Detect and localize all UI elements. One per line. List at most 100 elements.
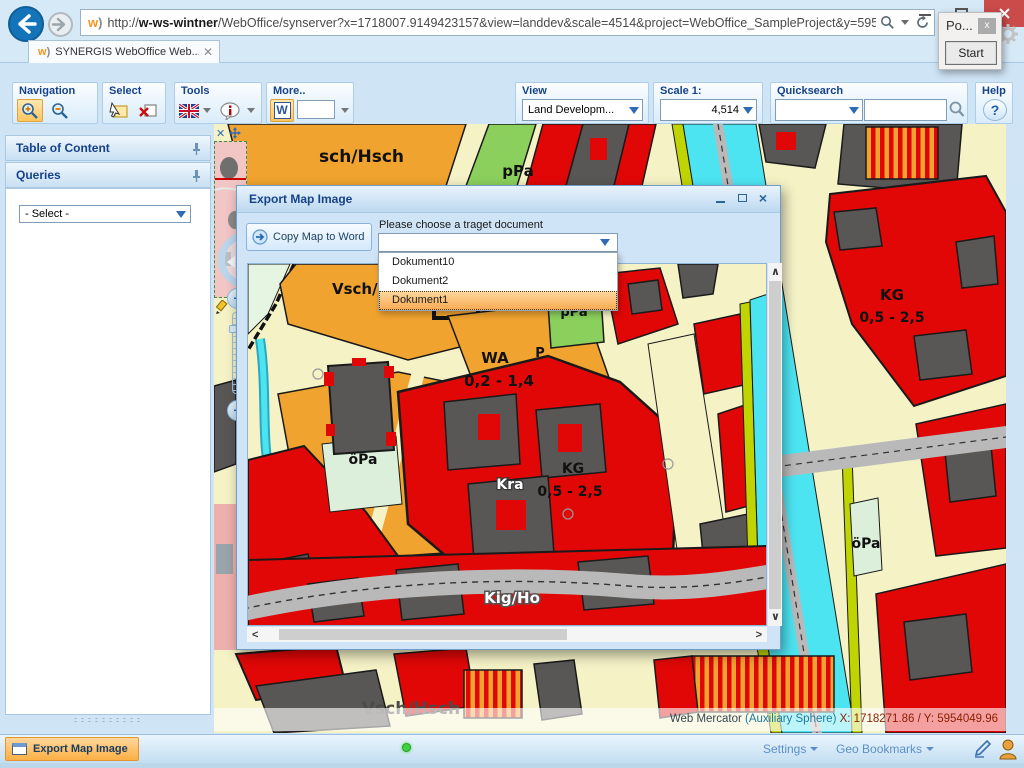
- language-dropdown-icon[interactable]: [203, 108, 211, 113]
- combobox-caret-icon: [600, 239, 610, 246]
- ribbon-group-select: Select: [102, 82, 166, 124]
- ribbon-group-more: More.. W: [266, 82, 354, 124]
- dlg-label-wa-value: 0,2 - 1,4: [464, 372, 534, 390]
- quicksearch-group-label: Quicksearch: [777, 85, 843, 97]
- browser-forward-button[interactable]: [48, 12, 73, 37]
- ribbon-group-help: Help ?: [975, 82, 1013, 124]
- map-label-ppa: pPa: [502, 162, 533, 180]
- status-projection: Web Mercator: [670, 713, 745, 725]
- weboffice-favicon: w): [88, 15, 102, 30]
- target-document-combobox[interactable]: [378, 233, 618, 252]
- list-item[interactable]: Dokument10: [379, 253, 617, 272]
- map-status-bar: Web Mercator (Auxiliary Sphere) X: 17182…: [214, 708, 1006, 731]
- search-icon[interactable]: [880, 15, 895, 30]
- sidebar-panel-table-of-content[interactable]: Table of Content: [5, 135, 211, 161]
- dialog-map-vscrollbar[interactable]: ∧ ∨: [768, 263, 782, 626]
- status-coordinates: X: 1718271.86 / Y: 5954049.96: [836, 713, 998, 725]
- address-dropdown-icon[interactable]: [901, 20, 909, 25]
- user-icon[interactable]: [998, 738, 1018, 760]
- status-indicator: [402, 743, 411, 752]
- copy-map-to-word-button[interactable]: Copy Map to Word: [246, 223, 372, 251]
- dialog-close-button[interactable]: ×: [755, 192, 771, 207]
- scroll-right-icon[interactable]: >: [756, 628, 762, 642]
- dlg-label-vsch: Vsch/: [332, 280, 378, 298]
- select-cursor-icon: [109, 102, 129, 120]
- pin-icon[interactable]: [190, 142, 202, 156]
- dialog-restore-button[interactable]: [734, 192, 750, 207]
- minimize-icon: [716, 201, 725, 203]
- settings-menu[interactable]: Settings: [763, 742, 818, 756]
- scroll-down-icon[interactable]: ∨: [771, 610, 780, 624]
- export-word-tool[interactable]: W: [270, 99, 294, 122]
- window-bottom-border: [0, 763, 1024, 768]
- pan-left-icon[interactable]: [227, 256, 235, 268]
- scale-input[interactable]: 4,514: [660, 99, 757, 121]
- select-tool[interactable]: [106, 99, 132, 122]
- bottom-taskbar: Export Map Image Settings Geo Bookmarks: [0, 734, 1024, 763]
- address-bar[interactable]: w) http://w-ws-wintner/WebOffice/synserv…: [80, 9, 935, 36]
- popup-start-button[interactable]: Start: [945, 41, 997, 65]
- map-label-kg-value: 0,5 - 2,5: [859, 310, 924, 326]
- more-group-label: More..: [273, 85, 305, 97]
- geo-bookmarks-menu[interactable]: Geo Bookmarks: [836, 742, 934, 756]
- browser-back-button[interactable]: [8, 6, 44, 42]
- query-select-caret-icon: [176, 211, 186, 218]
- clear-selection-tool[interactable]: [135, 99, 161, 122]
- view-group-label: View: [522, 85, 547, 97]
- target-document-label: Please choose a traget document: [379, 219, 543, 231]
- popup-title: Po...: [946, 18, 973, 33]
- dialog-map-hscrollbar[interactable]: < >: [247, 627, 767, 642]
- vscroll-thumb[interactable]: [769, 281, 781, 609]
- scale-value: 4,514: [711, 104, 739, 116]
- dialog-titlebar[interactable]: Export Map Image ×: [237, 186, 780, 213]
- zoom-out-tool[interactable]: [47, 99, 73, 122]
- queries-title: Queries: [16, 168, 61, 182]
- minimize-icon: [919, 14, 931, 16]
- ribbon-group-scale: Scale 1: 4,514: [653, 82, 763, 124]
- queries-panel-body: - Select -: [5, 188, 211, 715]
- hscroll-thumb[interactable]: [279, 629, 567, 640]
- more-dropdown-icon[interactable]: [341, 108, 349, 113]
- ribbon-group-view: View Land Developm...: [515, 82, 649, 124]
- info-tool[interactable]: [217, 99, 243, 122]
- info-dropdown-icon[interactable]: [247, 108, 255, 113]
- list-item[interactable]: Dokument2: [379, 272, 617, 291]
- overview-close-icon[interactable]: ✕: [216, 127, 225, 140]
- quicksearch-button[interactable]: [948, 100, 965, 122]
- copy-arrow-icon: [252, 229, 268, 245]
- geo-bookmarks-caret-icon: [926, 747, 934, 751]
- quicksearch-input[interactable]: [864, 99, 947, 121]
- query-select-value: - Select -: [25, 206, 69, 222]
- pan-mode-icon[interactable]: [229, 127, 241, 139]
- scroll-up-icon[interactable]: ∧: [771, 265, 780, 279]
- list-item-selected[interactable]: Dokument1: [379, 291, 617, 310]
- toc-title: Table of Content: [16, 141, 110, 155]
- redlining-pen-icon[interactable]: [972, 739, 992, 759]
- dialog-map-preview[interactable]: Vsch/ pPa P WA 0,2 - 1,4 öPa Kra KG 0,5 …: [247, 263, 767, 626]
- zoom-in-tool[interactable]: [17, 99, 43, 122]
- sidebar-panel-queries[interactable]: Queries: [5, 162, 211, 188]
- quicksearch-select[interactable]: [775, 99, 863, 121]
- view-select[interactable]: Land Developm...: [522, 99, 643, 121]
- settings-caret-icon: [810, 747, 818, 751]
- browser-tab[interactable]: w) SYNERGIS WebOffice Web... ✕: [28, 40, 220, 63]
- dialog-title: Export Map Image: [249, 192, 352, 206]
- quicksearch-caret-icon: [849, 107, 859, 114]
- tab-close-icon[interactable]: ✕: [203, 45, 213, 59]
- language-tool[interactable]: [178, 99, 200, 122]
- popup-close-button[interactable]: x: [978, 18, 996, 34]
- quicksearch-magnifier-icon: [948, 100, 965, 119]
- copy-button-label: Copy Map to Word: [273, 231, 365, 243]
- dlg-label-kra: Kra: [496, 477, 523, 493]
- scroll-left-icon[interactable]: <: [252, 628, 258, 642]
- taskbar-item-export-map-image[interactable]: Export Map Image: [5, 737, 139, 761]
- dialog-minimize-button[interactable]: [712, 192, 728, 207]
- ribbon-group-navigation: Navigation: [12, 82, 98, 124]
- pin-icon[interactable]: [190, 169, 202, 183]
- sidebar-resize-grip[interactable]: [72, 717, 144, 723]
- help-button[interactable]: ?: [983, 99, 1007, 121]
- more-combo[interactable]: [297, 100, 335, 119]
- clear-selection-icon: [138, 102, 158, 120]
- query-select[interactable]: - Select -: [19, 205, 191, 223]
- window-minimize-button[interactable]: [912, 4, 938, 22]
